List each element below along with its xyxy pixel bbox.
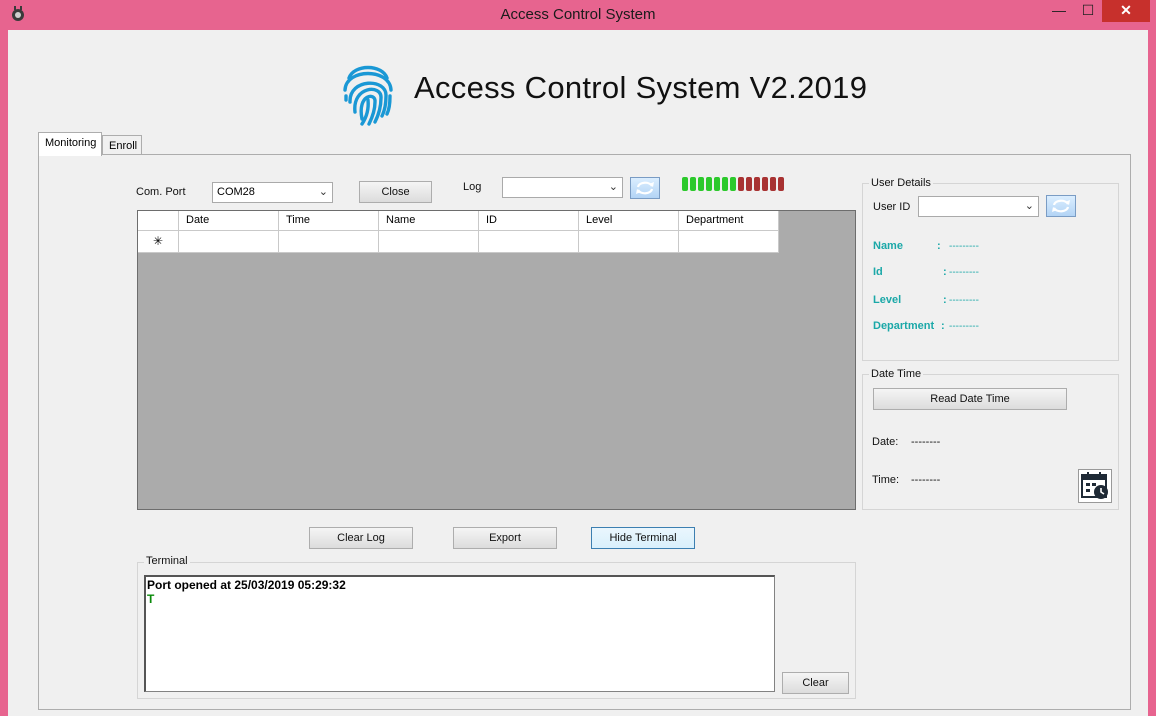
title-bar: Access Control System — ☐ ✕ [0,0,1156,30]
column-header-name[interactable]: Name [379,211,479,231]
page-title: Access Control System V2.2019 [414,70,868,105]
column-header-time[interactable]: Time [279,211,379,231]
detail-level-sep: : [943,294,947,306]
user-id-select[interactable]: ⌄ [918,196,1039,217]
fingerprint-icon [343,65,393,126]
window-title: Access Control System [500,6,656,23]
log-table[interactable]: Date Time Name ID Level Department ✳ [137,210,856,510]
status-led [730,177,736,191]
refresh-icon [1052,199,1070,213]
status-led [690,177,696,191]
close-window-button[interactable]: ✕ [1102,0,1150,22]
read-date-time-button[interactable]: Read Date Time [873,388,1067,410]
status-led [698,177,704,191]
table-cell[interactable] [279,231,379,253]
detail-id-value: --------- [949,267,979,278]
date-value: -------- [911,436,941,448]
maximize-button[interactable]: ☐ [1074,0,1102,22]
detail-id-sep: : [943,266,947,278]
status-led [762,177,768,191]
status-led [746,177,752,191]
terminal-output[interactable]: Port opened at 25/03/2019 05:29:32 T [144,575,775,692]
hide-terminal-button[interactable]: Hide Terminal [591,527,695,549]
minimize-button[interactable]: — [1044,0,1074,22]
chevron-down-icon: ⌄ [608,181,618,193]
com-port-label: Com. Port [136,186,186,198]
tab-monitoring[interactable]: Monitoring [38,132,102,156]
detail-name-key: Name [873,240,903,252]
table-new-row[interactable]: ✳ [138,231,779,253]
terminal-title: Terminal [144,555,190,567]
set-date-time-button[interactable] [1078,469,1112,503]
close-port-button[interactable]: Close [359,181,432,203]
log-label: Log [463,181,482,193]
status-led [682,177,688,191]
status-led [714,177,720,191]
table-cell[interactable] [179,231,279,253]
column-header-date[interactable]: Date [179,211,279,231]
com-port-value: COM28 [217,186,255,198]
column-header-id[interactable]: ID [479,211,579,231]
status-led [722,177,728,191]
user-refresh-button[interactable] [1046,195,1076,217]
status-led [738,177,744,191]
table-cell[interactable] [379,231,479,253]
chevron-down-icon: ⌄ [1024,200,1034,212]
status-led [754,177,760,191]
date-label: Date: [872,436,899,448]
column-header-level[interactable]: Level [579,211,679,231]
time-label: Time: [872,474,900,486]
log-select[interactable]: ⌄ [502,177,623,198]
time-value: -------- [911,474,941,486]
com-port-select[interactable]: COM28 ⌄ [212,182,333,203]
refresh-icon [636,181,654,195]
detail-name-sep: : [937,240,941,252]
chevron-down-icon: ⌄ [318,186,328,198]
user-id-label: User ID [873,201,911,213]
log-refresh-button[interactable] [630,177,660,199]
new-row-marker: ✳ [138,231,179,253]
table-cell[interactable] [579,231,679,253]
status-led [778,177,784,191]
clear-log-button[interactable]: Clear Log [309,527,413,549]
date-time-title: Date Time [869,368,924,380]
detail-department-value: --------- [949,321,979,332]
export-button[interactable]: Export [453,527,557,549]
terminal-line: T [147,592,155,606]
detail-department-key: Department [873,320,935,332]
calendar-clock-icon [1081,472,1108,499]
detail-id-key: Id [873,266,883,278]
table-cell[interactable] [679,231,779,253]
detail-name-value: --------- [949,241,979,252]
status-led [770,177,776,191]
clear-terminal-button[interactable]: Clear [782,672,849,694]
detail-department-sep: : [941,320,945,332]
table-cell[interactable] [479,231,579,253]
user-details-title: User Details [869,177,933,189]
terminal-line: Port opened at 25/03/2019 05:29:32 [147,578,346,592]
status-led [706,177,712,191]
table-corner-cell [138,211,179,231]
detail-level-key: Level [873,294,902,306]
column-header-department[interactable]: Department [679,211,779,231]
detail-level-value: --------- [949,295,979,306]
table-header: Date Time Name ID Level Department [138,211,779,231]
status-led-bar [682,177,784,193]
